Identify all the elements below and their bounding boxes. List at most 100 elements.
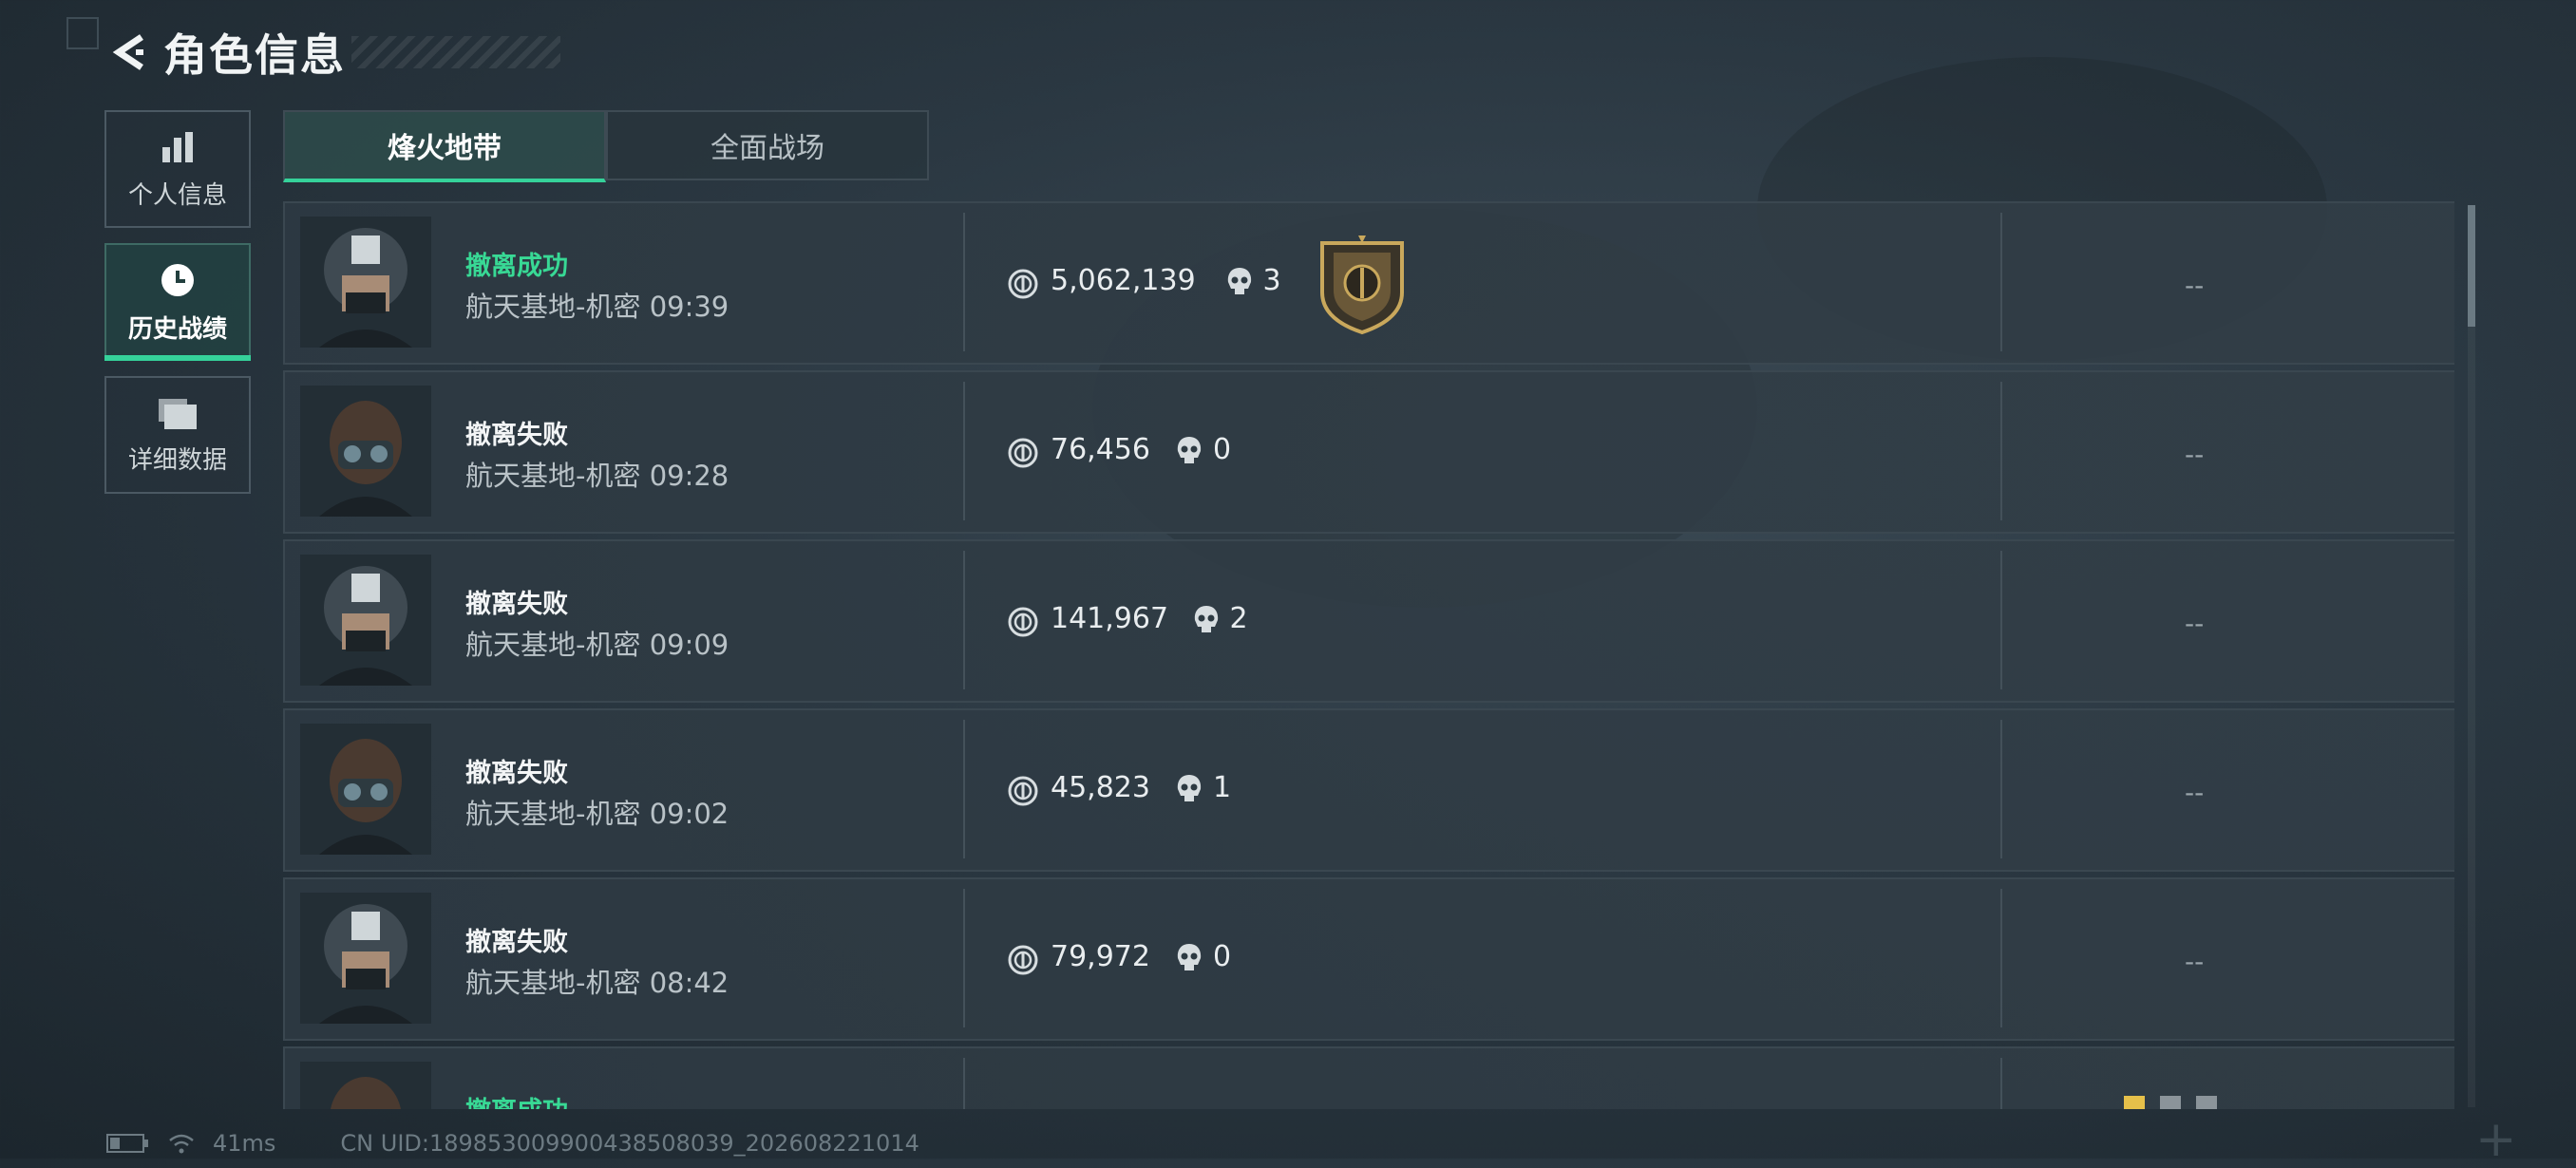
corner-decoration <box>66 17 99 49</box>
kill-count: 2 <box>1229 602 1248 635</box>
coin-icon <box>1008 607 1038 637</box>
avatar <box>300 1062 431 1109</box>
column-divider <box>2000 213 2002 351</box>
gold-tag-icon <box>2124 1096 2145 1109</box>
skull-icon <box>1177 944 1202 970</box>
extraction-status: 撤离失败 <box>465 421 568 450</box>
grey-tag-icon <box>2160 1096 2181 1109</box>
extraction-status: 撤离成功 <box>465 1090 568 1109</box>
plus-decoration: + <box>2475 1111 2517 1168</box>
extraction-status: 撤离失败 <box>465 759 568 788</box>
coin-icon <box>1008 945 1038 975</box>
title-decoration <box>351 36 560 68</box>
kill-count: 0 <box>1213 433 1232 466</box>
back-button[interactable] <box>104 27 156 78</box>
map-name: 航天基地-机密 <box>465 629 641 661</box>
uid-text: CN UID:1898530099004385080​39_2026082210… <box>340 1130 919 1157</box>
extra-info: -- <box>2185 946 2205 977</box>
column-divider <box>963 889 965 1027</box>
side-nav: 个人信息 历史战绩 详细数据 <box>104 110 251 509</box>
record-list: 撤离成功 航天基地-机密 09:39 5,062,139 3 -- 撤离失败 航… <box>283 201 2454 1109</box>
coin-icon <box>1008 269 1038 299</box>
record-row[interactable]: 撤离失败 航天基地-机密 09:09 141,967 2 -- <box>283 539 2454 703</box>
column-divider <box>2000 1058 2002 1109</box>
sidebar-item-label: 个人信息 <box>127 180 227 210</box>
folder-icon <box>159 398 197 429</box>
battery-icon <box>106 1134 148 1153</box>
map-and-time: 航天基地-机密 09:39 <box>465 285 729 325</box>
record-row[interactable]: 撤离失败 航天基地-机密 09:28 76,456 0 -- <box>283 370 2454 534</box>
record-row[interactable]: 撤离成功 2,172,947 2 <box>283 1046 2454 1109</box>
match-time: 08:42 <box>649 967 729 999</box>
map-name: 航天基地-机密 <box>465 291 641 323</box>
page-header: 角色信息 <box>104 21 560 84</box>
map-name: 航天基地-机密 <box>465 967 641 999</box>
loot-value: 79,972 <box>1051 940 1150 973</box>
match-time: 09:09 <box>649 629 729 661</box>
sidebar-item-match-history[interactable]: 历史战绩 <box>104 243 251 361</box>
item-tags <box>2124 1096 2217 1109</box>
skull-icon <box>1194 606 1218 632</box>
skull-icon <box>1227 268 1251 294</box>
skull-icon <box>1177 775 1202 801</box>
status-bar: 41ms CN UID:1898530099004385080​39_20260… <box>106 1130 919 1157</box>
map-name: 航天基地-机密 <box>465 798 641 830</box>
avatar <box>300 893 431 1024</box>
kill-count: 1 <box>1213 771 1232 804</box>
avatar <box>300 386 431 517</box>
column-divider <box>2000 551 2002 689</box>
map-and-time: 航天基地-机密 09:28 <box>465 454 729 494</box>
column-divider <box>2000 720 2002 858</box>
avatar <box>300 555 431 686</box>
loot-value: 76,456 <box>1051 433 1150 466</box>
tab-full-battlefield[interactable]: 全面战场 <box>606 110 929 180</box>
coin-icon <box>1008 776 1038 806</box>
bar-chart-icon <box>162 131 193 162</box>
record-row[interactable]: 撤离失败 航天基地-机密 09:02 45,823 1 -- <box>283 708 2454 872</box>
kill-count: 0 <box>1213 940 1232 973</box>
map-and-time: 航天基地-机密 09:09 <box>465 623 729 663</box>
match-time: 09:39 <box>649 291 729 323</box>
match-time: 09:02 <box>649 798 729 830</box>
record-row[interactable]: 撤离失败 航天基地-机密 08:42 79,972 0 -- <box>283 877 2454 1041</box>
clock-icon <box>161 263 194 296</box>
extraction-status: 撤离失败 <box>465 928 568 957</box>
extra-info: -- <box>2185 270 2205 301</box>
back-arrow-icon <box>112 34 143 70</box>
record-row[interactable]: 撤离成功 航天基地-机密 09:39 5,062,139 3 -- <box>283 201 2454 365</box>
grey-tag-icon <box>2196 1096 2217 1109</box>
tab-warzone[interactable]: 烽火地带 <box>283 110 606 182</box>
scrollbar[interactable] <box>2468 205 2475 1107</box>
ping-text: 41ms <box>213 1130 276 1157</box>
extra-info: -- <box>2185 777 2205 808</box>
achievement-badge-icon[interactable] <box>1315 234 1410 336</box>
page-title: 角色信息 <box>163 29 346 81</box>
mode-tabs: 烽火地带 全面战场 <box>283 110 929 182</box>
map-and-time: 航天基地-机密 09:02 <box>465 792 729 832</box>
skull-icon <box>1177 437 1202 463</box>
loot-value: 45,823 <box>1051 771 1150 804</box>
wifi-icon <box>169 1134 194 1154</box>
scroll-thumb[interactable] <box>2468 205 2475 327</box>
match-time: 09:28 <box>649 460 729 492</box>
extra-info: -- <box>2185 439 2205 470</box>
loot-value: 5,062,139 <box>1051 264 1196 297</box>
loot-value: 141,967 <box>1051 602 1169 635</box>
column-divider <box>963 720 965 858</box>
sidebar-item-label: 详细数据 <box>127 445 227 475</box>
column-divider <box>2000 382 2002 520</box>
column-divider <box>963 382 965 520</box>
column-divider <box>963 551 965 689</box>
sidebar-item-detailed-data[interactable]: 详细数据 <box>104 376 251 494</box>
sidebar-item-label: 历史战绩 <box>127 314 227 344</box>
extraction-status: 撤离失败 <box>465 590 568 619</box>
map-and-time: 航天基地-机密 08:42 <box>465 961 729 1001</box>
sidebar-item-personal-info[interactable]: 个人信息 <box>104 110 251 228</box>
extraction-status: 撤离成功 <box>465 252 568 281</box>
column-divider <box>963 1058 965 1109</box>
column-divider <box>2000 889 2002 1027</box>
kill-count: 3 <box>1262 264 1281 297</box>
extra-info: -- <box>2185 608 2205 639</box>
map-name: 航天基地-机密 <box>465 460 641 492</box>
avatar <box>300 724 431 855</box>
